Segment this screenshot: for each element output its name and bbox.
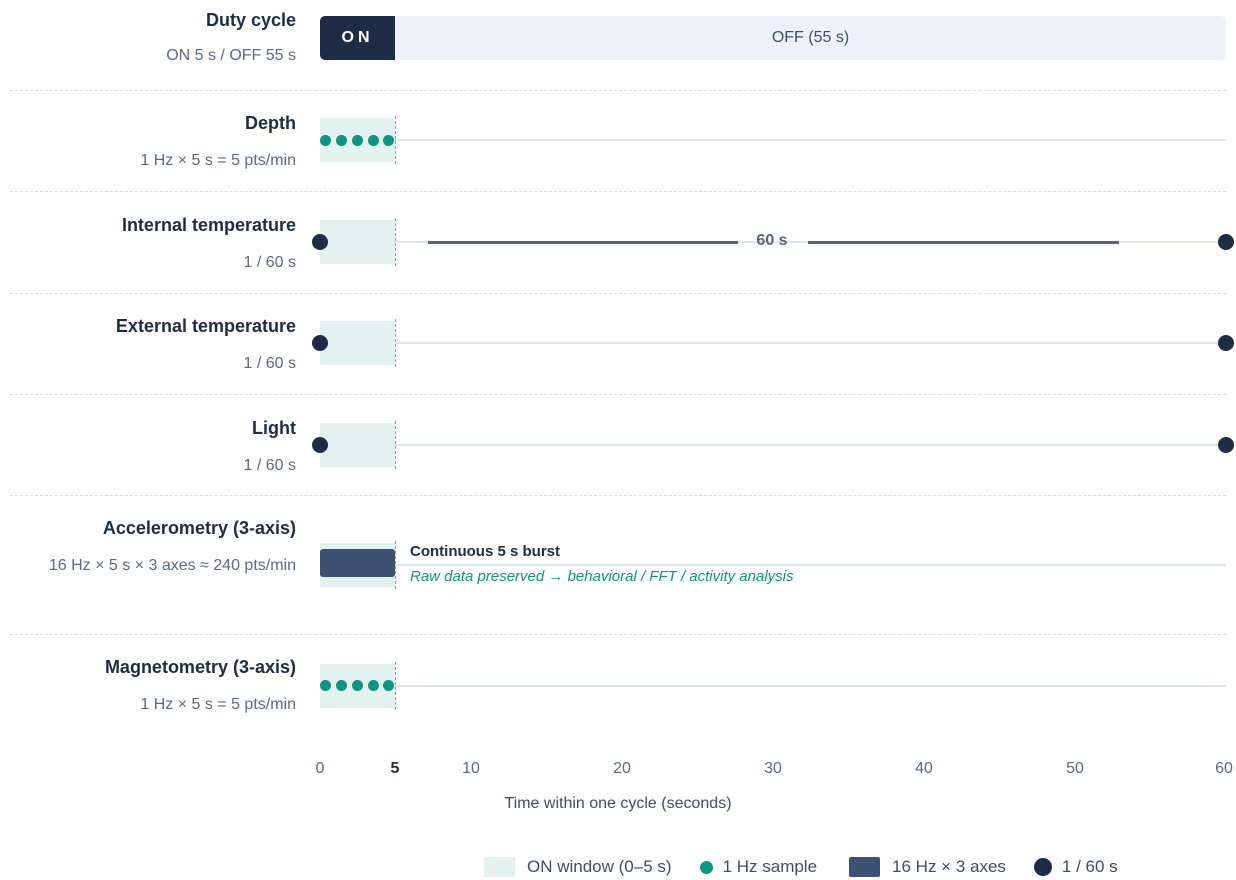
burst-swatch xyxy=(849,857,881,877)
light-track xyxy=(320,444,1226,446)
magnetometry-sample-dot xyxy=(383,680,394,691)
row-divider xyxy=(10,634,1226,635)
row-divider xyxy=(10,394,1226,395)
axis-tick: 0 xyxy=(315,760,325,777)
row-divider xyxy=(10,191,1226,192)
legend-on-window-label: ON window (0–5 s) xyxy=(527,857,672,876)
axis-tick: 20 xyxy=(613,760,631,777)
magnetometry-track xyxy=(320,685,1226,687)
duty-on-bar: ON xyxy=(320,16,395,60)
depth-sample-dot xyxy=(383,135,394,146)
external-temp-on-window xyxy=(320,321,395,365)
axis-tick: 50 xyxy=(1066,760,1084,777)
duty-cycle-title: Duty cycle xyxy=(205,10,296,30)
row-divider xyxy=(10,293,1226,294)
accelerometry-track xyxy=(320,564,1226,566)
internal-temp-sample-dot xyxy=(1218,234,1234,250)
magnetometry-sample-dot xyxy=(320,680,331,691)
internal-temp-title: Internal temperature xyxy=(121,215,296,235)
depth-title: Depth xyxy=(245,113,296,133)
depth-on-boundary xyxy=(395,116,396,164)
legend: ON window (0–5 s) 1 Hz sample 16 Hz × 3 … xyxy=(484,854,1118,880)
external-temp-subtitle: 1 / 60 s xyxy=(243,355,296,372)
magnetometry-sample-dot xyxy=(368,680,379,691)
axis-tick-highlight: 5 xyxy=(390,760,400,777)
interval-line-right xyxy=(808,241,1119,244)
magnetometry-title: Magnetometry (3-axis) xyxy=(104,657,296,677)
external-temp-sample-dot xyxy=(1218,335,1234,351)
external-temp-track xyxy=(320,342,1226,344)
light-sample-dot xyxy=(312,437,328,453)
light-on-window xyxy=(320,423,395,467)
magnetometry-sample-dot xyxy=(336,680,347,691)
accelerometry-title: Accelerometry (3-axis) xyxy=(102,518,296,538)
accelerometry-subtitle: 16 Hz × 5 s × 3 axes ≈ 240 pts/min xyxy=(48,557,296,574)
axis-tick: 30 xyxy=(764,760,782,777)
interval-line-left xyxy=(428,241,738,244)
axis-tick: 10 xyxy=(462,760,480,777)
legend-per60-label: 1 / 60 s xyxy=(1061,857,1118,876)
internal-temp-sample-dot xyxy=(312,234,328,250)
magnetometry-sample-dot xyxy=(352,680,363,691)
depth-subtitle: 1 Hz × 5 s = 5 pts/min xyxy=(140,152,296,169)
legend-16hz-label: 16 Hz × 3 axes xyxy=(892,857,1006,876)
external-temp-on-boundary xyxy=(395,319,396,367)
legend-1hz-label: 1 Hz sample xyxy=(722,857,818,876)
duty-off-label: OFF (55 s) xyxy=(771,29,850,46)
magnetometry-on-boundary xyxy=(395,662,396,710)
axis-tick: 40 xyxy=(915,760,933,777)
row-divider xyxy=(10,90,1226,91)
row-divider xyxy=(10,495,1226,496)
light-on-boundary xyxy=(395,421,396,469)
duty-on-label: ON xyxy=(341,29,374,46)
interval-label: 60 s xyxy=(756,232,788,249)
internal-temp-on-boundary xyxy=(395,218,396,266)
duty-cycle-subtitle: ON 5 s / OFF 55 s xyxy=(166,47,296,64)
external-temp-sample-dot xyxy=(312,335,328,351)
depth-track xyxy=(320,139,1226,141)
depth-sample-dot xyxy=(336,135,347,146)
magnetometry-subtitle: 1 Hz × 5 s = 5 pts/min xyxy=(140,696,296,713)
x-axis-label: Time within one cycle (seconds) xyxy=(504,795,732,812)
accelerometry-on-boundary xyxy=(395,541,396,589)
navy-dot-icon xyxy=(1033,858,1052,876)
duty-off-bar: OFF (55 s) xyxy=(395,16,1226,60)
external-temp-title: External temperature xyxy=(115,316,296,336)
burst-title: Continuous 5 s burst xyxy=(410,543,560,560)
light-subtitle: 1 / 60 s xyxy=(243,457,296,474)
accelerometry-burst-bar xyxy=(320,549,395,577)
internal-temp-subtitle: 1 / 60 s xyxy=(243,254,296,271)
light-sample-dot xyxy=(1218,437,1234,453)
axis-tick: 60 xyxy=(1215,760,1233,777)
depth-sample-dot xyxy=(352,135,363,146)
depth-sample-dot xyxy=(320,135,331,146)
on-window-swatch xyxy=(484,857,515,877)
burst-note: Raw data preserved → behavioral / FFT / … xyxy=(410,568,794,585)
internal-temp-on-window xyxy=(320,220,395,264)
teal-dot-icon xyxy=(699,860,713,874)
depth-sample-dot xyxy=(368,135,379,146)
light-title: Light xyxy=(252,418,296,438)
